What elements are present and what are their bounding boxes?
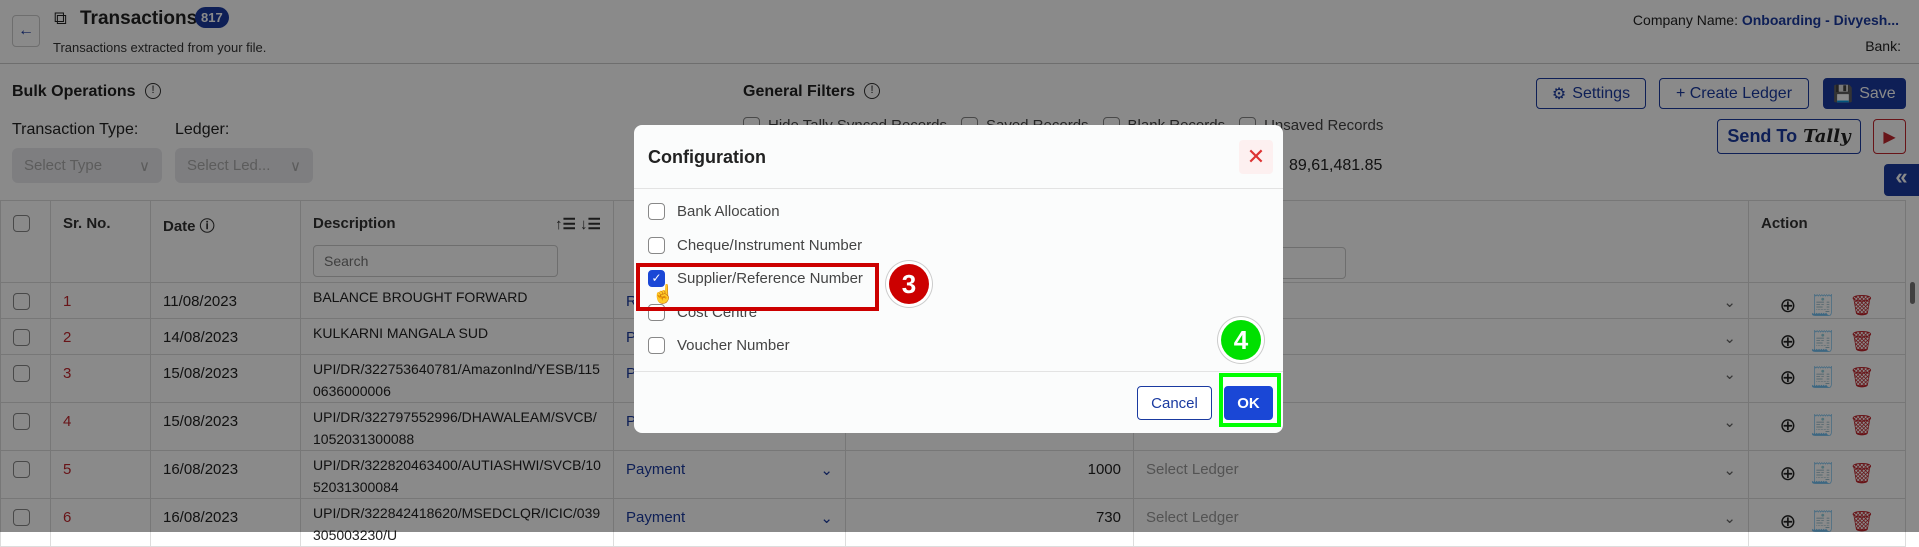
step4-badge: 4 (1221, 320, 1261, 360)
modal-title: Configuration (648, 147, 766, 167)
close-button[interactable]: ✕ (1239, 140, 1273, 174)
checkbox[interactable] (648, 337, 665, 354)
step3-badge: 3 (889, 264, 929, 304)
cancel-button[interactable]: Cancel (1137, 386, 1212, 420)
hand-cursor-icon: ☝ (652, 284, 675, 304)
config-option[interactable]: Cheque/Instrument Number (648, 237, 862, 254)
highlight-box-step4 (1219, 373, 1281, 427)
config-option[interactable]: Voucher Number (648, 337, 790, 354)
config-option[interactable]: Bank Allocation (648, 203, 780, 220)
checkbox[interactable] (648, 237, 665, 254)
checkbox[interactable] (648, 203, 665, 220)
